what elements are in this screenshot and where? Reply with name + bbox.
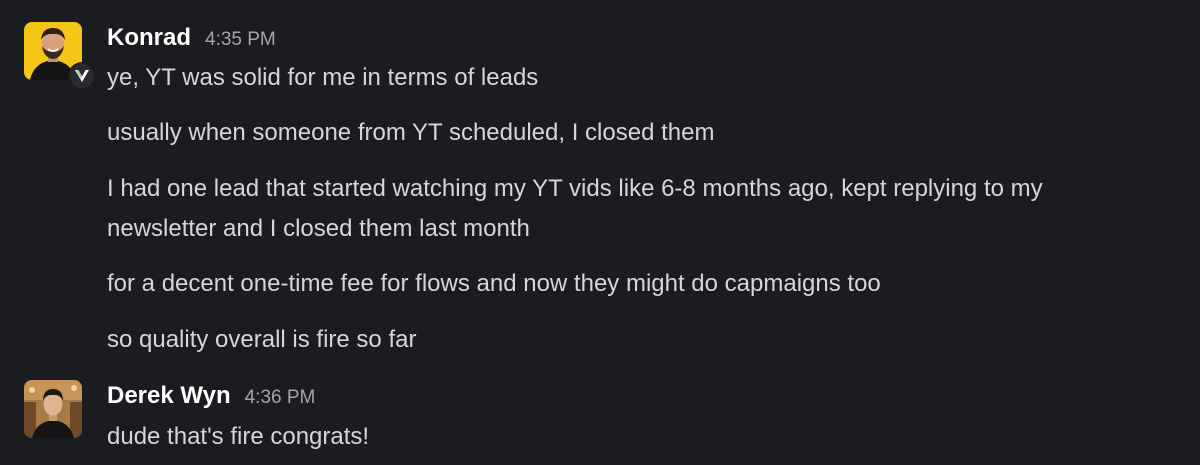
message-text: I had one lead that started watching my … [107,175,1043,202]
v-logo-icon [75,70,89,82]
message-header: Konrad 4:35 PM [107,24,276,52]
timestamp[interactable]: 4:35 PM [205,29,276,51]
derek-avatar-image [24,380,82,438]
message-text: dude that's fire congrats! [107,423,370,450]
avatar-derek[interactable] [24,380,82,438]
message-header: Derek Wyn 4:36 PM [107,382,315,410]
v-logo-badge [68,62,96,90]
message-text: usually when someone from YT scheduled, … [107,119,715,146]
message-text: newsletter and I closed them last month [107,215,530,242]
timestamp[interactable]: 4:36 PM [245,387,316,409]
message-text: so quality overall is fire so far [107,326,417,353]
author-name[interactable]: Derek Wyn [107,382,231,410]
message-text: ye, YT was solid for me in terms of lead… [107,64,539,91]
author-name[interactable]: Konrad [107,24,191,52]
avatar-konrad[interactable] [24,22,96,90]
message-text: for a decent one-time fee for flows and … [107,270,881,297]
